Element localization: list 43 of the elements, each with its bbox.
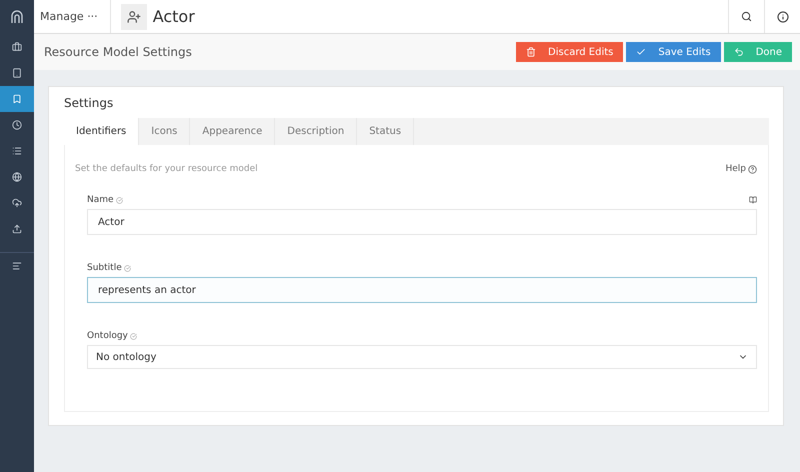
input-field[interactable]: represents an actor bbox=[87, 277, 757, 303]
select-field[interactable]: No ontology bbox=[87, 345, 757, 369]
card-title: Settings bbox=[64, 95, 114, 112]
undo-arrow-icon bbox=[734, 47, 744, 57]
tablet-icon bbox=[12, 68, 22, 78]
intro-text: Set the defaults for your resource model bbox=[75, 164, 258, 174]
search-icon bbox=[741, 11, 752, 22]
add-user-icon bbox=[120, 4, 147, 30]
globe-icon bbox=[12, 172, 22, 182]
done-button[interactable]: Done bbox=[724, 42, 792, 62]
tab[interactable]: Appearence bbox=[190, 118, 276, 145]
manage-menu[interactable]: Manage ··· bbox=[34, 0, 111, 33]
button-label: Done bbox=[756, 46, 782, 58]
tab[interactable]: Description bbox=[275, 118, 358, 145]
briefcase-icon bbox=[12, 42, 22, 52]
section-title: Resource Model Settings bbox=[44, 45, 193, 59]
info-icon bbox=[776, 10, 788, 22]
clock-icon bbox=[12, 120, 22, 130]
discard-button[interactable]: Discard Edits bbox=[516, 42, 624, 62]
trash-icon bbox=[526, 47, 536, 57]
button-label: Discard Edits bbox=[548, 46, 614, 58]
field-label: Name bbox=[87, 195, 114, 205]
tab[interactable]: Identifiers bbox=[64, 118, 140, 145]
text-lines-icon bbox=[12, 260, 22, 270]
check-circle-icon bbox=[124, 264, 131, 272]
help-icon[interactable] bbox=[748, 164, 757, 174]
book-icon bbox=[749, 196, 757, 204]
upload-icon bbox=[12, 224, 22, 234]
check-icon bbox=[636, 47, 646, 57]
input-field[interactable]: Actor bbox=[87, 209, 757, 235]
field-label: Subtitle bbox=[87, 263, 122, 273]
field-label: Ontology bbox=[87, 331, 128, 341]
page-title: Actor bbox=[152, 7, 196, 26]
check-circle-icon bbox=[130, 332, 137, 340]
help-link[interactable]: Help bbox=[725, 164, 746, 174]
list-icon bbox=[12, 146, 22, 156]
bookmark-icon bbox=[12, 94, 22, 104]
check-circle-icon bbox=[116, 196, 123, 204]
save-button[interactable]: Save Edits bbox=[626, 42, 721, 62]
cloud-upload-icon bbox=[12, 198, 22, 208]
tab[interactable]: Status bbox=[357, 118, 414, 145]
button-label: Save Edits bbox=[658, 46, 711, 58]
tab[interactable]: Icons bbox=[139, 118, 190, 145]
